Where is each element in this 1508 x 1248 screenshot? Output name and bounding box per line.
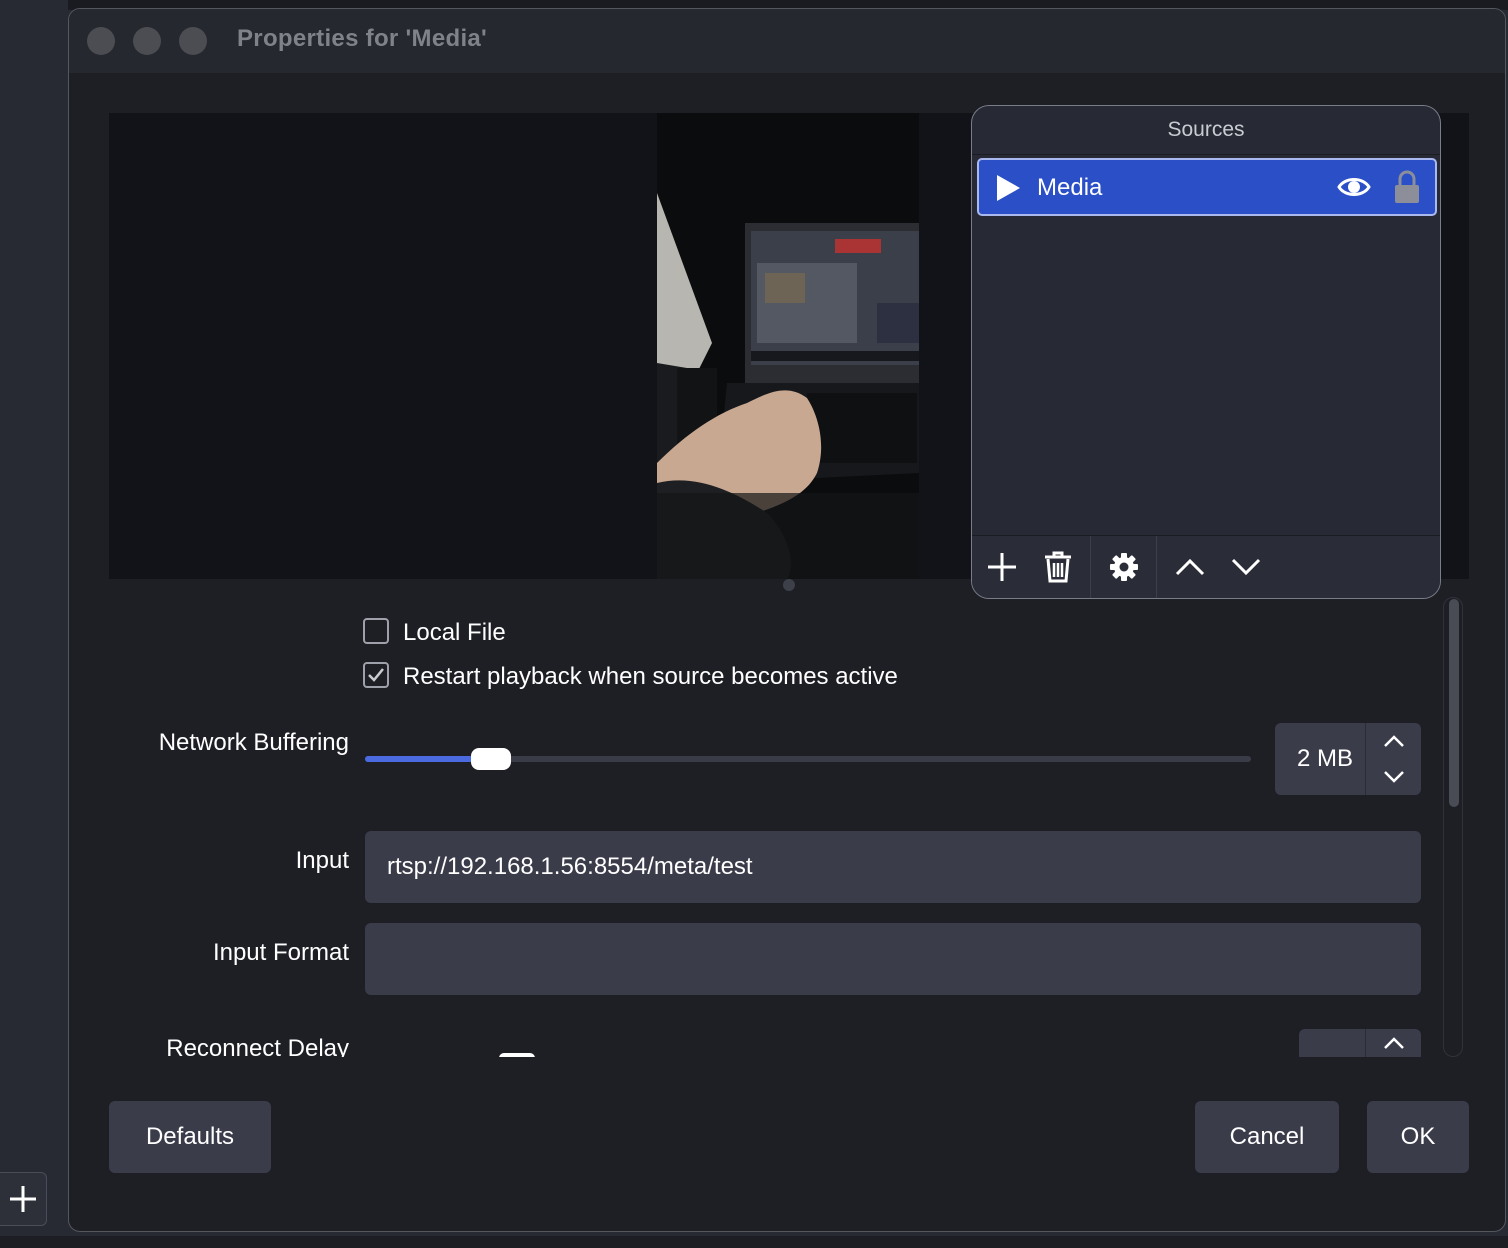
network-buffering-label: Network Buffering	[158, 729, 349, 756]
lock-icon[interactable]	[1393, 170, 1421, 204]
network-buffering-spinbox[interactable]: 2 MB	[1275, 723, 1421, 795]
splitter-handle[interactable]	[783, 579, 795, 591]
chevron-up-icon	[1175, 558, 1205, 576]
input-field[interactable]: rtsp://192.168.1.56:8554/meta/test	[365, 831, 1421, 903]
restart-playback-checkbox[interactable]	[363, 662, 389, 688]
scrollbar-thumb[interactable]	[1449, 599, 1459, 807]
plus-icon	[10, 1186, 36, 1212]
window-title: Properties for 'Media'	[237, 25, 488, 52]
gear-icon	[1110, 553, 1138, 581]
chevron-up-icon	[1383, 735, 1404, 747]
input-format-field[interactable]	[365, 923, 1421, 995]
defaults-button[interactable]: Defaults	[109, 1101, 271, 1173]
move-source-down-button[interactable]	[1224, 546, 1268, 588]
sources-header: Sources	[972, 106, 1440, 155]
reconnect-spin-up-button[interactable]	[1366, 1029, 1421, 1057]
reconnect-delay-slider-handle[interactable]	[499, 1053, 535, 1057]
sources-panel: Sources Media	[971, 105, 1441, 599]
close-window-button[interactable]	[87, 27, 115, 55]
checkmark-icon	[368, 668, 384, 682]
reconnect-delay-spinbox[interactable]	[1299, 1029, 1421, 1057]
background-app	[0, 0, 68, 1248]
camera-feed-image	[657, 113, 919, 579]
chevron-down-icon	[1383, 771, 1404, 783]
move-source-up-button[interactable]	[1168, 546, 1212, 588]
add-button-background[interactable]	[0, 1172, 47, 1226]
trash-icon	[1045, 551, 1071, 583]
source-item-label: Media	[1037, 174, 1103, 201]
title-bar: Properties for 'Media'	[69, 9, 1505, 73]
properties-dialog: Properties for 'Media' Sources Media Loc…	[68, 8, 1506, 1232]
eye-icon[interactable]	[1337, 174, 1371, 200]
add-icon	[988, 553, 1016, 581]
spin-up-button[interactable]	[1366, 723, 1421, 759]
local-file-checkbox[interactable]	[363, 618, 389, 644]
minimize-window-button[interactable]	[133, 27, 161, 55]
local-file-label: Local File	[403, 619, 506, 646]
play-icon	[997, 175, 1020, 201]
spin-down-button[interactable]	[1366, 759, 1421, 795]
source-item-media[interactable]: Media	[977, 158, 1437, 216]
network-buffering-value: 2 MB	[1297, 745, 1354, 772]
sources-toolbar	[972, 535, 1440, 598]
zoom-window-button[interactable]	[179, 27, 207, 55]
restart-playback-label: Restart playback when source becomes act…	[403, 663, 898, 690]
ok-button[interactable]: OK	[1367, 1101, 1469, 1173]
remove-source-button[interactable]	[1036, 546, 1080, 588]
chevron-up-icon	[1383, 1037, 1404, 1049]
input-label: Input	[295, 847, 349, 874]
source-properties-button[interactable]	[1102, 546, 1146, 588]
background-bottom-strip	[0, 1236, 1508, 1248]
cancel-button[interactable]: Cancel	[1195, 1101, 1339, 1173]
reconnect-delay-label: Reconnect Delay	[166, 1035, 349, 1057]
video-frame	[657, 113, 919, 579]
clipped-row: Reconnect Delay	[69, 1029, 1439, 1057]
chevron-down-icon	[1231, 558, 1261, 576]
input-format-label: Input Format	[212, 939, 349, 966]
add-source-button[interactable]	[980, 546, 1024, 588]
network-buffering-slider-handle[interactable]	[471, 748, 511, 770]
